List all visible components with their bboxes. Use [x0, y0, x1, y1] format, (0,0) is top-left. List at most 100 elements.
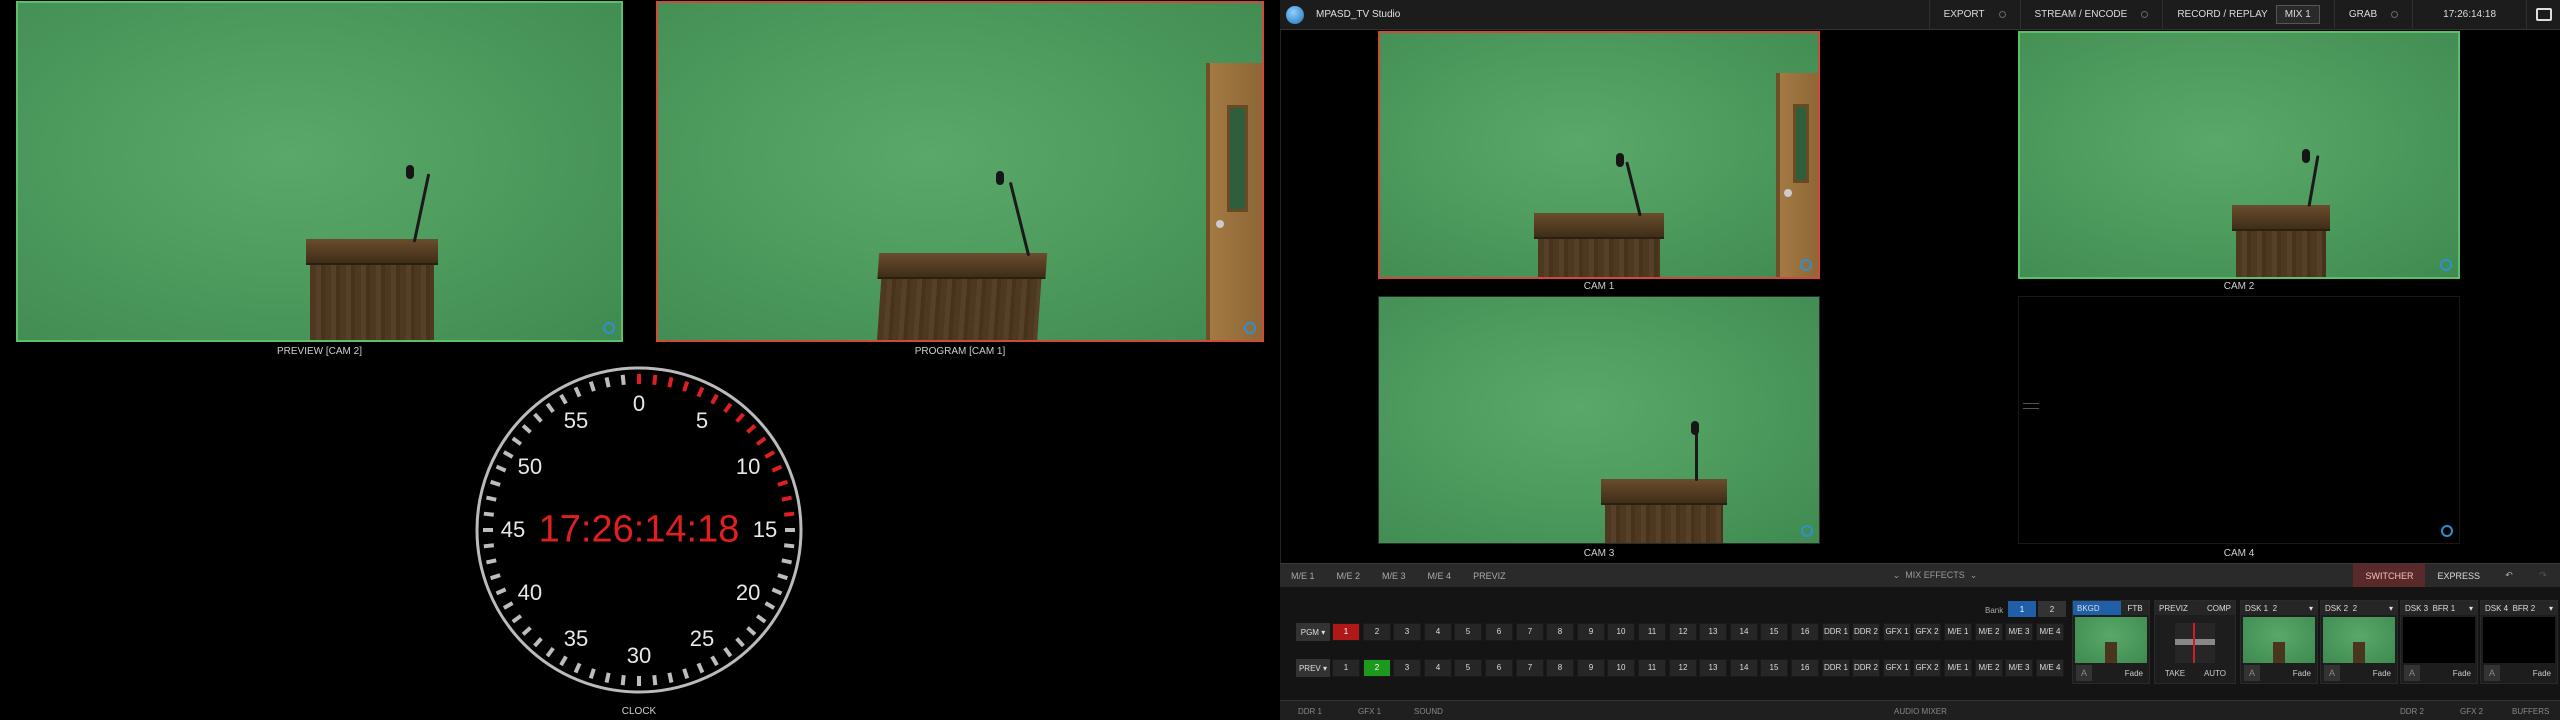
settings-icon[interactable]	[2441, 525, 2453, 537]
prev-source-button[interactable]: DDR 2	[1852, 659, 1880, 677]
prev-source-button[interactable]: 11	[1638, 659, 1666, 677]
auto-icon[interactable]: A	[2076, 665, 2092, 681]
dsk3-header[interactable]: DSK 3 BFR 1 ▾	[2401, 601, 2477, 615]
record-button[interactable]: RECORD / REPLAY MIX 1	[2162, 0, 2334, 30]
settings-icon[interactable]	[2440, 259, 2452, 271]
cam3-monitor[interactable]	[1378, 296, 1820, 544]
undo-icon[interactable]: ↶	[2492, 570, 2526, 581]
prev-source-button[interactable]: 3	[1393, 659, 1421, 677]
prev-source-button[interactable]: 6	[1485, 659, 1513, 677]
tab-switcher[interactable]: SWITCHER	[2353, 563, 2426, 588]
prev-row-select[interactable]: PREV ▾	[1296, 659, 1330, 677]
prev-source-button[interactable]: 12	[1669, 659, 1697, 677]
gfx1-tab[interactable]: GFX 1	[1358, 707, 1381, 716]
dsk1-header[interactable]: DSK 1 2 ▾	[2241, 601, 2317, 615]
prev-source-button[interactable]: GFX 2	[1913, 659, 1941, 677]
pgm-source-button[interactable]: GFX 2	[1913, 623, 1941, 641]
prev-source-button[interactable]: DDR 1	[1822, 659, 1850, 677]
prev-source-button[interactable]: 10	[1607, 659, 1635, 677]
grab-config-icon[interactable]	[2391, 11, 2399, 18]
pgm-source-button[interactable]: 9	[1577, 623, 1605, 641]
pgm-source-button[interactable]: M/E 1	[1944, 623, 1972, 641]
ftb-button[interactable]: FTB	[2121, 601, 2149, 615]
bank-1-button[interactable]: 1	[2008, 601, 2036, 617]
tab-express[interactable]: EXPRESS	[2425, 571, 2492, 581]
buffers-tab[interactable]: BUFFERS	[2512, 707, 2549, 716]
dsk2-fade-button[interactable]: Fade	[2340, 669, 2397, 678]
auto-icon[interactable]: A	[2404, 665, 2420, 681]
tab-me2[interactable]: M/E 2	[1326, 571, 1372, 581]
pgm-source-button[interactable]: 12	[1669, 623, 1697, 641]
prev-source-button[interactable]: 7	[1516, 659, 1544, 677]
prev-source-button[interactable]: 13	[1699, 659, 1727, 677]
take-button[interactable]: TAKE	[2155, 669, 2195, 678]
sound-tab[interactable]: SOUND	[1414, 707, 1443, 716]
export-config-icon[interactable]	[1998, 11, 2006, 18]
mix-select[interactable]: MIX 1	[2275, 5, 2320, 24]
ddr1-tab[interactable]: DDR 1	[1298, 707, 1322, 716]
pgm-source-button[interactable]: 6	[1485, 623, 1513, 641]
pgm-source-button[interactable]: 10	[1607, 623, 1635, 641]
tab-me1[interactable]: M/E 1	[1280, 571, 1326, 581]
prev-source-button[interactable]: 16	[1791, 659, 1819, 677]
prev-source-button[interactable]: 9	[1577, 659, 1605, 677]
pgm-source-button[interactable]: M/E 4	[2036, 623, 2064, 641]
prev-source-button[interactable]: M/E 4	[2036, 659, 2064, 677]
comp-button[interactable]: COMP	[2207, 604, 2235, 613]
dsk3-fade-button[interactable]: Fade	[2420, 669, 2477, 678]
pgm-source-button[interactable]: GFX 1	[1883, 623, 1911, 641]
settings-icon[interactable]	[603, 322, 615, 334]
pgm-source-button[interactable]: 13	[1699, 623, 1727, 641]
prev-source-button[interactable]: M/E 2	[1975, 659, 2003, 677]
pgm-source-button[interactable]: DDR 1	[1822, 623, 1850, 641]
prev-source-button[interactable]: M/E 3	[2005, 659, 2033, 677]
pgm-source-button[interactable]: 5	[1454, 623, 1482, 641]
pgm-source-button[interactable]: M/E 2	[1975, 623, 2003, 641]
stream-config-icon[interactable]	[2141, 11, 2149, 18]
settings-icon[interactable]	[1801, 525, 1813, 537]
pgm-source-button[interactable]: 14	[1730, 623, 1758, 641]
pgm-source-button[interactable]: 16	[1791, 623, 1819, 641]
dsk1-fade-button[interactable]: Fade	[2260, 669, 2317, 678]
prev-source-button[interactable]: 4	[1424, 659, 1452, 677]
tab-me4[interactable]: M/E 4	[1417, 571, 1463, 581]
settings-icon[interactable]	[1244, 322, 1256, 334]
pgm-source-button[interactable]: 1	[1332, 623, 1360, 641]
cam4-monitor[interactable]	[2018, 296, 2460, 544]
cam1-monitor[interactable]	[1378, 31, 1820, 279]
auto-icon[interactable]: A	[2484, 665, 2500, 681]
prev-source-button[interactable]: 8	[1546, 659, 1574, 677]
previz-button[interactable]: PREVIZ	[2159, 604, 2188, 613]
pgm-source-button[interactable]: 3	[1393, 623, 1421, 641]
export-button[interactable]: EXPORT	[1928, 0, 2020, 30]
pgm-source-button[interactable]: 2	[1363, 623, 1391, 641]
audio-mixer-tab[interactable]: AUDIO MIXER	[1894, 707, 1947, 716]
prev-source-button[interactable]: 15	[1760, 659, 1788, 677]
cam2-monitor[interactable]	[2018, 31, 2460, 279]
dsk2-header[interactable]: DSK 2 2 ▾	[2321, 601, 2397, 615]
pgm-source-button[interactable]: 4	[1424, 623, 1452, 641]
tab-me3[interactable]: M/E 3	[1371, 571, 1417, 581]
pgm-source-button[interactable]: 15	[1760, 623, 1788, 641]
settings-icon[interactable]	[1800, 259, 1812, 271]
bkgd-button[interactable]: BKGD	[2073, 601, 2121, 615]
prev-source-button[interactable]: M/E 1	[1944, 659, 1972, 677]
auto-icon[interactable]: A	[2244, 665, 2260, 681]
prev-source-button[interactable]: 2	[1363, 659, 1391, 677]
grab-button[interactable]: GRAB	[2333, 0, 2412, 30]
pgm-source-button[interactable]: M/E 3	[2005, 623, 2033, 641]
pgm-row-select[interactable]: PGM ▾	[1296, 623, 1330, 641]
prev-source-button[interactable]: GFX 1	[1883, 659, 1911, 677]
pgm-source-button[interactable]: 8	[1546, 623, 1574, 641]
notifications-icon[interactable]	[2526, 0, 2560, 30]
redo-icon[interactable]: ↷	[2526, 570, 2560, 581]
mix-effects-toggle[interactable]: ⌄ MIX EFFECTS ⌄	[1517, 570, 2354, 581]
auto-button[interactable]: AUTO	[2195, 669, 2235, 678]
tab-previz[interactable]: PREVIZ	[1462, 571, 1517, 581]
dsk4-fade-button[interactable]: Fade	[2500, 669, 2557, 678]
prev-source-button[interactable]: 1	[1332, 659, 1360, 677]
prev-source-button[interactable]: 14	[1730, 659, 1758, 677]
pgm-source-button[interactable]: 7	[1516, 623, 1544, 641]
auto-icon[interactable]: A	[2324, 665, 2340, 681]
pgm-source-button[interactable]: DDR 2	[1852, 623, 1880, 641]
